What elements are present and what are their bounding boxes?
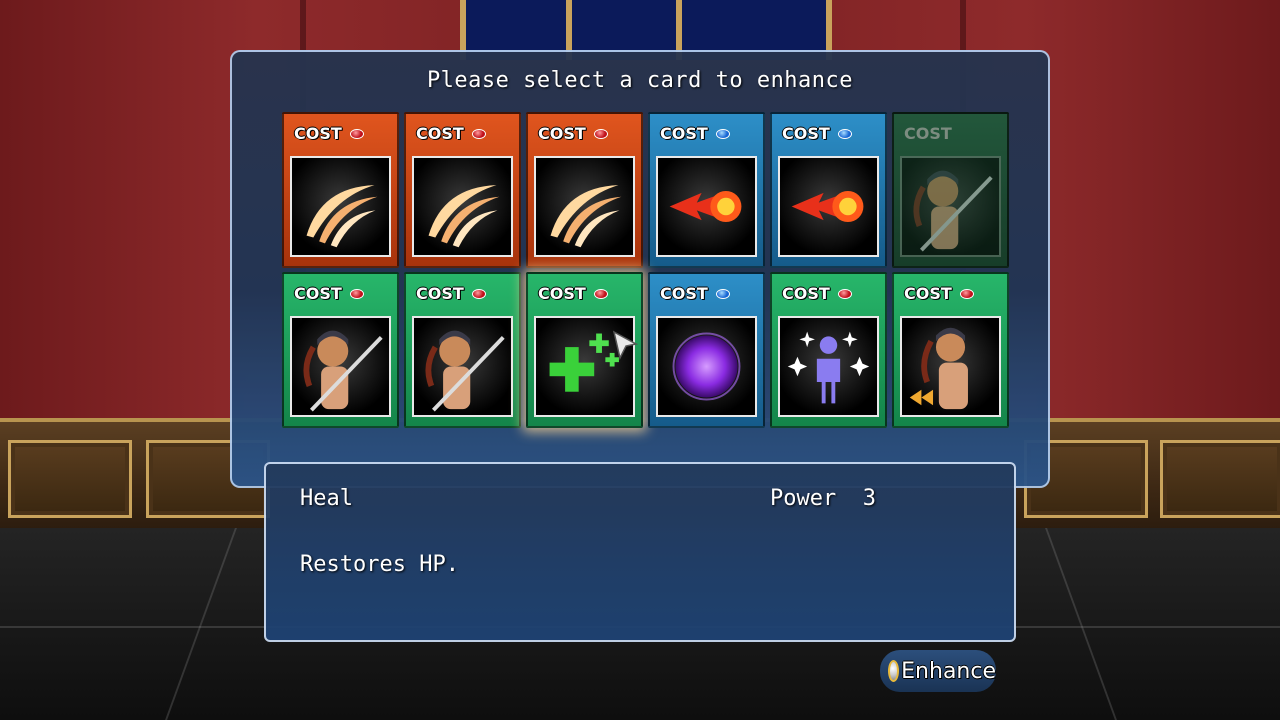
swordswoman-retreat-portrait bbox=[900, 316, 1001, 417]
blue-gem-icon bbox=[716, 289, 730, 299]
red-gem-icon bbox=[594, 289, 608, 299]
card-slash-2[interactable]: COST bbox=[404, 112, 521, 268]
cost-label: COST bbox=[416, 284, 464, 303]
cost-label: COST bbox=[782, 124, 830, 143]
dialog-title: Please select a card to enhance bbox=[426, 68, 854, 93]
card-swordswoman-2[interactable]: COST bbox=[404, 272, 521, 428]
cost-label: COST bbox=[294, 124, 342, 143]
cost-label: COST bbox=[904, 284, 952, 303]
red-gem-icon bbox=[472, 289, 486, 299]
card-swordswoman-disabled[interactable]: COST bbox=[892, 112, 1009, 268]
slash-icon bbox=[290, 156, 391, 257]
red-gem-icon bbox=[960, 289, 974, 299]
fireball-icon bbox=[656, 156, 757, 257]
blue-gem-icon bbox=[716, 129, 730, 139]
blue-gem-icon bbox=[838, 129, 852, 139]
floor-line bbox=[165, 528, 237, 720]
enhance-label: Enhance bbox=[901, 658, 996, 684]
card-power: Power 3 bbox=[770, 486, 876, 511]
wood-panel bbox=[8, 440, 132, 518]
sparkle-figure-icon bbox=[778, 316, 879, 417]
red-gem-icon bbox=[350, 289, 364, 299]
red-gem-icon bbox=[350, 129, 364, 139]
slash-icon bbox=[412, 156, 513, 257]
swordswoman-portrait bbox=[900, 156, 1001, 257]
cost-label: COST bbox=[538, 284, 586, 303]
cost-label: COST bbox=[416, 124, 464, 143]
cost-label: COST bbox=[294, 284, 342, 303]
cost-label: COST bbox=[660, 124, 708, 143]
card-fireball-2[interactable]: COST bbox=[770, 112, 887, 268]
card-fireball-1[interactable]: COST bbox=[648, 112, 765, 268]
card-dark-orb[interactable]: COST bbox=[648, 272, 765, 428]
floor-line bbox=[1045, 528, 1117, 720]
card-slash-1[interactable]: COST bbox=[282, 112, 399, 268]
dark-orb-icon bbox=[656, 316, 757, 417]
card-swordswoman-1[interactable]: COST bbox=[282, 272, 399, 428]
cost-label: COST bbox=[660, 284, 708, 303]
pointer-cursor-icon bbox=[612, 330, 638, 360]
card-name: Heal bbox=[300, 486, 353, 511]
cost-label: COST bbox=[538, 124, 586, 143]
red-gem-icon bbox=[838, 289, 852, 299]
confirm-button-icon bbox=[888, 660, 900, 682]
fireball-icon bbox=[778, 156, 879, 257]
card-description: Restores HP. bbox=[300, 552, 459, 577]
card-sparkle-figure[interactable]: COST bbox=[770, 272, 887, 428]
card-slash-3[interactable]: COST bbox=[526, 112, 643, 268]
cost-label: COST bbox=[904, 124, 952, 143]
swordswoman-portrait bbox=[412, 316, 513, 417]
wood-panel bbox=[1160, 440, 1280, 518]
swordswoman-portrait bbox=[290, 316, 391, 417]
red-gem-icon bbox=[594, 129, 608, 139]
red-gem-icon bbox=[472, 129, 486, 139]
slash-icon bbox=[534, 156, 635, 257]
card-swordswoman-retreat[interactable]: COST bbox=[892, 272, 1009, 428]
enhance-button[interactable]: Enhance bbox=[880, 650, 996, 692]
cost-label: COST bbox=[782, 284, 830, 303]
